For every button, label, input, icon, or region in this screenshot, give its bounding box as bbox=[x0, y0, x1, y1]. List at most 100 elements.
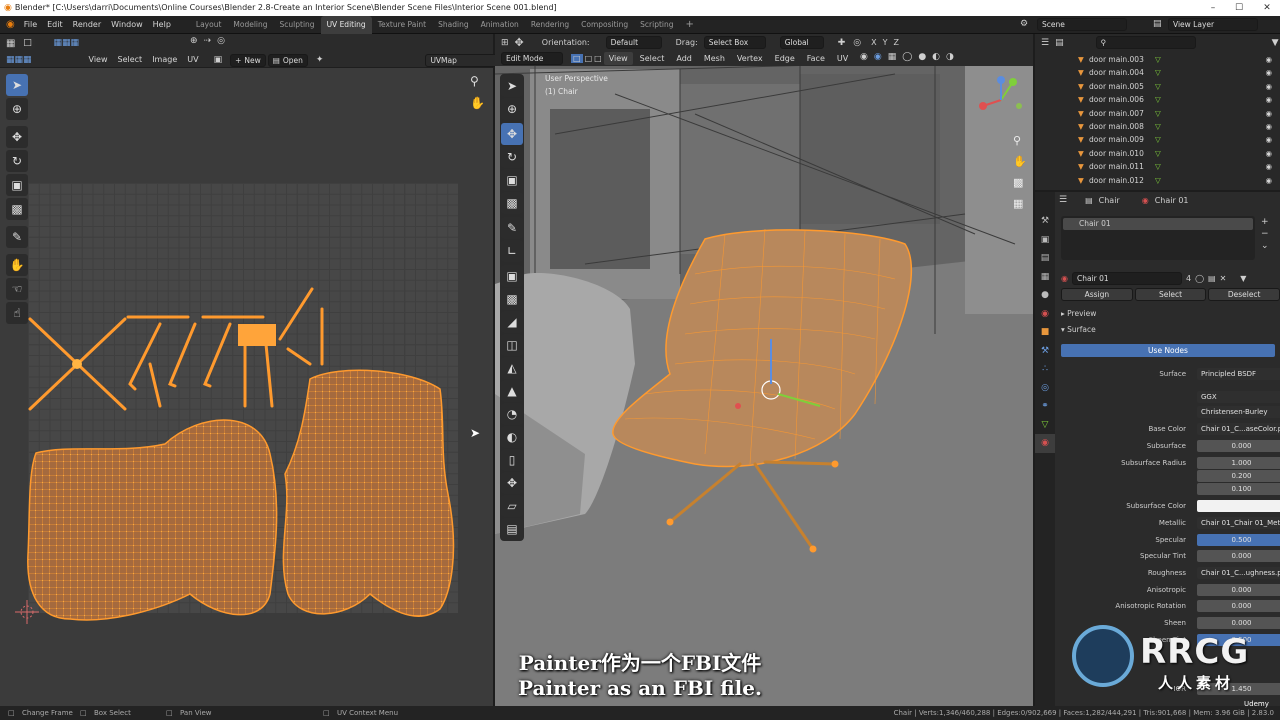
xray-icon[interactable]: ▦ bbox=[888, 52, 897, 62]
rip-tool-icon[interactable]: ▤ bbox=[501, 518, 523, 540]
tab-layout[interactable]: Layout bbox=[190, 16, 228, 34]
menu-edit[interactable]: Edit bbox=[42, 16, 68, 34]
select-button[interactable]: Select bbox=[1134, 288, 1207, 301]
proportional-edit-icon[interactable]: ◎ bbox=[853, 38, 861, 48]
outliner-row[interactable]: ▼ door main.009 ▽ ◉ bbox=[1035, 133, 1280, 146]
uv-island-back[interactable] bbox=[282, 369, 455, 617]
shader-prop-value[interactable]: 0.000 bbox=[1197, 617, 1280, 629]
shader-prop-value[interactable]: Principled BSDF bbox=[1197, 368, 1280, 380]
minimize-button[interactable]: – bbox=[1200, 0, 1226, 16]
shader-prop-value[interactable]: 0.000 bbox=[1197, 600, 1280, 612]
vp-annotate-tool-icon[interactable]: ✎ bbox=[501, 217, 523, 239]
uv-island-legs[interactable] bbox=[28, 287, 324, 411]
navigation-gizmo[interactable] bbox=[973, 72, 1029, 128]
world-tab-icon[interactable]: ◉ bbox=[1035, 305, 1055, 324]
material-slot-item[interactable]: Chair 01 bbox=[1063, 218, 1253, 230]
eye-icon[interactable]: ◉ bbox=[1265, 120, 1272, 133]
menu-help[interactable]: Help bbox=[148, 16, 176, 34]
extrude-tool-icon[interactable]: ▣ bbox=[501, 265, 523, 287]
shader-prop-value[interactable] bbox=[1197, 500, 1280, 512]
tab-shading[interactable]: Shading bbox=[432, 16, 474, 34]
outliner-row[interactable]: ▼ door main.005 ▽ ◉ bbox=[1035, 80, 1280, 93]
3d-viewport[interactable]: ⊞ ✥ Orientation: Default Drag: Select Bo… bbox=[495, 34, 1033, 706]
outliner-row[interactable]: ▼ door main.004 ▽ ◉ bbox=[1035, 66, 1280, 79]
vp-transform-tool-icon[interactable]: ▩ bbox=[501, 192, 523, 214]
particles-tab-icon[interactable]: ∴ bbox=[1035, 360, 1055, 379]
maximize-button[interactable]: ☐ bbox=[1226, 0, 1252, 16]
vp-menu-vertex[interactable]: Vertex bbox=[732, 52, 768, 65]
tab-animation[interactable]: Animation bbox=[475, 16, 525, 34]
vp-move-tool-icon[interactable]: ✥ bbox=[501, 123, 523, 145]
vp-select-tool-icon[interactable]: ➤ bbox=[501, 75, 523, 97]
x-axis-toggle[interactable]: X bbox=[871, 38, 876, 47]
shader-prop-value[interactable]: 0.000 bbox=[1197, 584, 1280, 596]
shader-prop-value[interactable]: Chair 01_Chair 01_Meta... bbox=[1197, 517, 1280, 529]
vp-menu-mesh[interactable]: Mesh bbox=[699, 52, 730, 65]
material-slot-list[interactable]: Chair 01 bbox=[1061, 216, 1255, 260]
use-nodes-button[interactable]: Use Nodes bbox=[1061, 344, 1275, 357]
add-slot-button[interactable]: + bbox=[1261, 216, 1269, 228]
output-tab-icon[interactable]: ▤ bbox=[1035, 249, 1055, 268]
pan-hand-icon[interactable]: ✋ bbox=[1013, 151, 1027, 172]
view-layer-selector[interactable]: View Layer bbox=[1168, 18, 1258, 31]
material-users-count[interactable]: 4 bbox=[1186, 274, 1191, 283]
eye-icon[interactable]: ◉ bbox=[1265, 53, 1272, 66]
eye-icon[interactable]: ◉ bbox=[1265, 133, 1272, 146]
deselect-button[interactable]: Deselect bbox=[1208, 288, 1280, 301]
outliner-row[interactable]: ▼ door main.006 ▽ ◉ bbox=[1035, 93, 1280, 106]
shading-material-icon[interactable]: ◐ bbox=[932, 52, 940, 62]
scene-icon[interactable]: ⚙ bbox=[1020, 19, 1028, 29]
shading-rendered-icon[interactable]: ◑ bbox=[946, 52, 954, 62]
material-link-icon[interactable]: ▼ bbox=[1240, 274, 1246, 283]
outliner-type-icon[interactable]: ☰ bbox=[1041, 38, 1049, 48]
tab-modeling[interactable]: Modeling bbox=[227, 16, 273, 34]
menu-window[interactable]: Window bbox=[106, 16, 148, 34]
vp-menu-face[interactable]: Face bbox=[802, 52, 830, 65]
shader-prop-value[interactable]: 0.000 bbox=[1197, 440, 1280, 452]
material-name-field[interactable]: Chair 01 bbox=[1071, 272, 1182, 285]
drag-dropdown[interactable]: Select Box bbox=[703, 36, 766, 49]
surface-panel-header[interactable]: ▾ Surface bbox=[1061, 325, 1096, 334]
zoom-icon[interactable]: ⚲ bbox=[1013, 130, 1027, 151]
snap-magnet-icon[interactable]: ✚ bbox=[838, 38, 846, 48]
menu-file[interactable]: File bbox=[19, 16, 42, 34]
vp-menu-select[interactable]: Select bbox=[635, 52, 670, 65]
uv-2d-cursor-icon[interactable] bbox=[15, 600, 39, 624]
vp-cursor-tool-icon[interactable]: ⊕ bbox=[501, 98, 523, 120]
shading-solid-icon[interactable]: ● bbox=[918, 52, 926, 62]
add-workspace-button[interactable]: + bbox=[680, 16, 700, 34]
tab-sculpting[interactable]: Sculpting bbox=[274, 16, 321, 34]
select-mode-vertex-icon[interactable]: □ bbox=[571, 54, 583, 63]
tab-texture-paint[interactable]: Texture Paint bbox=[372, 16, 432, 34]
fake-user-icon[interactable]: ◯ bbox=[1195, 274, 1204, 283]
grid-view-icon[interactable]: ▦ bbox=[1013, 193, 1027, 214]
loop-cut-tool-icon[interactable]: ◫ bbox=[501, 334, 523, 356]
vp-rotate-tool-icon[interactable]: ↻ bbox=[501, 146, 523, 168]
close-window-button[interactable]: ✕ bbox=[1254, 0, 1280, 16]
select-mode-face-icon[interactable]: □ bbox=[594, 54, 602, 63]
shader-prop-value[interactable]: 1.000 bbox=[1197, 457, 1280, 469]
viewport-editor-type-icon[interactable]: ⊞ bbox=[501, 38, 509, 48]
eye-icon[interactable]: ◉ bbox=[1265, 80, 1272, 93]
eye-icon[interactable]: ◉ bbox=[1265, 107, 1272, 120]
eye-icon[interactable]: ◉ bbox=[1265, 174, 1272, 187]
outliner-row[interactable]: ▼ door main.008 ▽ ◉ bbox=[1035, 120, 1280, 133]
shading-wire-icon[interactable]: ◯ bbox=[902, 52, 912, 62]
tab-rendering[interactable]: Rendering bbox=[525, 16, 575, 34]
viewport-move-icon[interactable]: ✥ bbox=[515, 36, 524, 49]
view-layer-tab-icon[interactable]: ▦ bbox=[1035, 268, 1055, 287]
render-tab-icon[interactable]: ▣ bbox=[1035, 231, 1055, 250]
shrink-fatten-tool-icon[interactable]: ✥ bbox=[501, 472, 523, 494]
material-browse-icon[interactable]: ◉ bbox=[1061, 274, 1068, 283]
overlay-icon[interactable]: ◉ bbox=[874, 52, 882, 62]
view-layer-icon[interactable]: ▤ bbox=[1153, 19, 1162, 29]
orientation-dropdown[interactable]: Default bbox=[605, 36, 662, 49]
shader-prop-value[interactable]: Christensen-Burley bbox=[1197, 406, 1280, 418]
menu-render[interactable]: Render bbox=[68, 16, 106, 34]
scene-selector[interactable]: Scene bbox=[1037, 18, 1127, 31]
blender-menu-icon[interactable]: ◉ bbox=[6, 19, 15, 30]
material-tab-icon[interactable]: ◉ bbox=[1035, 434, 1055, 453]
shader-prop-value[interactable]: GGX bbox=[1197, 391, 1280, 403]
vp-menu-edge[interactable]: Edge bbox=[770, 52, 800, 65]
modifier-tab-icon[interactable]: ⚒ bbox=[1035, 342, 1055, 361]
